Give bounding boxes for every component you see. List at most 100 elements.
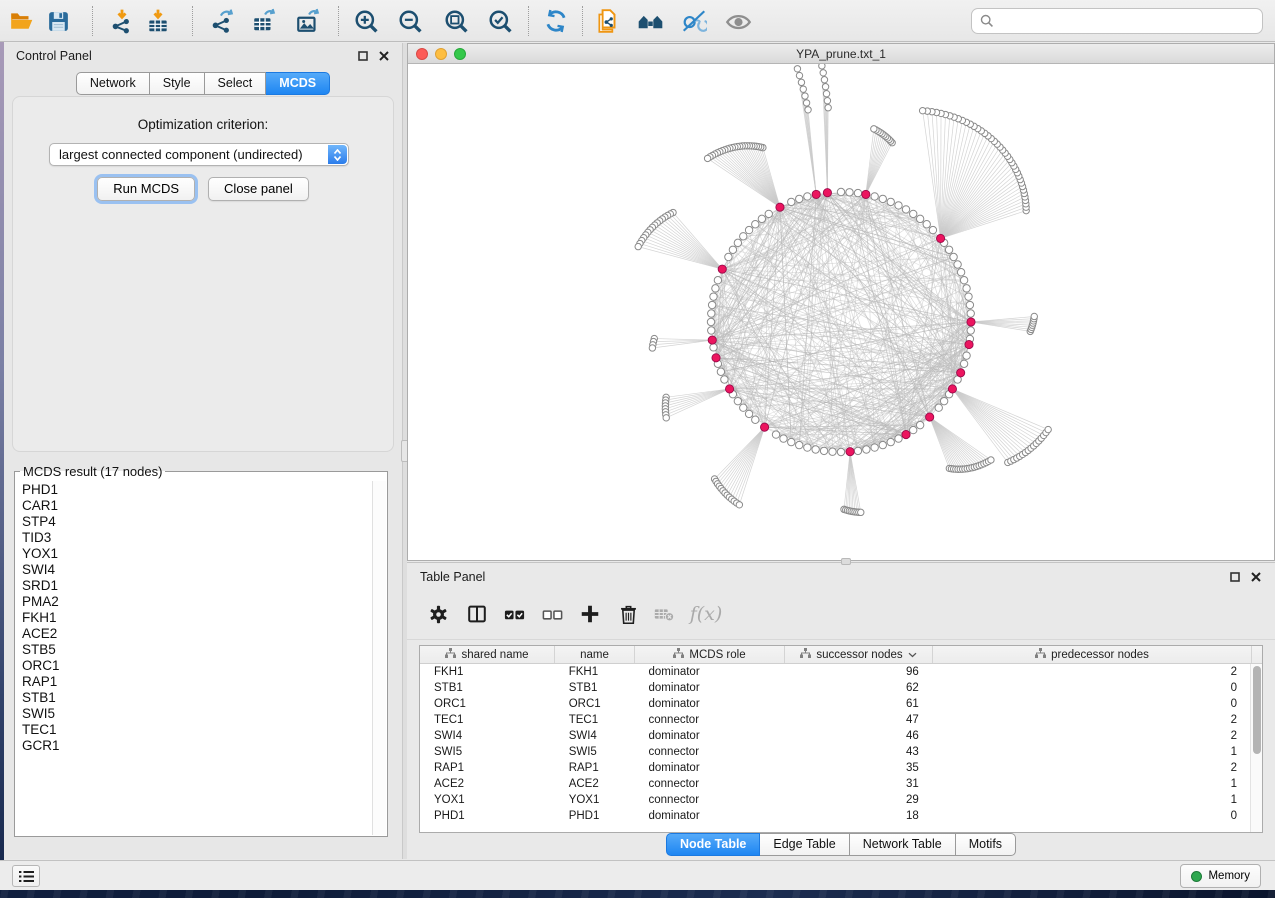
- mcds-result-item[interactable]: CAR1: [22, 498, 366, 514]
- float-panel-icon[interactable]: [357, 50, 369, 62]
- memory-button[interactable]: Memory: [1180, 864, 1261, 888]
- table-row[interactable]: ORC1ORC1dominator610: [420, 696, 1250, 712]
- close-panel-icon[interactable]: [378, 50, 390, 62]
- column-header-MCDS-role[interactable]: MCDS role: [635, 646, 785, 663]
- table-row[interactable]: YOX1YOX1connector291: [420, 792, 1250, 808]
- window-close-button[interactable]: [416, 48, 428, 60]
- export-network-button[interactable]: [206, 5, 238, 37]
- network-canvas[interactable]: [408, 64, 1274, 560]
- mcds-result-list[interactable]: PHD1CAR1STP4TID3YOX1SWI4SRD1PMA2FKH1ACE2…: [16, 481, 372, 835]
- welcome-screen-button[interactable]: [12, 865, 40, 887]
- clone-network-icon: [595, 8, 621, 34]
- mcds-result-item[interactable]: SWI4: [22, 562, 366, 578]
- column-visibility-button[interactable]: [462, 599, 492, 629]
- function-builder-button[interactable]: f(x): [685, 599, 727, 629]
- mcds-result-item[interactable]: PHD1: [22, 482, 366, 498]
- trash-icon: [618, 604, 639, 625]
- column-header-shared-name[interactable]: shared name: [420, 646, 555, 663]
- close-panel-button[interactable]: Close panel: [208, 177, 309, 201]
- zoom-fit-button[interactable]: [440, 5, 472, 37]
- table-cell: ORC1: [420, 698, 555, 710]
- table-row[interactable]: FKH1FKH1dominator962: [420, 664, 1250, 680]
- table-cell: ACE2: [555, 778, 635, 790]
- tab-network[interactable]: Network: [76, 72, 150, 95]
- mcds-result-item[interactable]: SWI5: [22, 706, 366, 722]
- node-table: shared namenameMCDS rolesuccessor nodesp…: [419, 645, 1263, 833]
- clear-table-button[interactable]: [649, 599, 679, 629]
- mcds-result-item[interactable]: STB1: [22, 690, 366, 706]
- table-scrollbar-track[interactable]: [1250, 664, 1262, 832]
- mcds-result-item[interactable]: STB5: [22, 642, 366, 658]
- table-settings-button[interactable]: [423, 599, 453, 629]
- tab-select[interactable]: Select: [205, 72, 267, 95]
- zoom-in-button[interactable]: [350, 5, 382, 37]
- export-image-button[interactable]: [292, 5, 324, 37]
- mcds-result-item[interactable]: TEC1: [22, 722, 366, 738]
- run-mcds-button[interactable]: Run MCDS: [97, 177, 195, 201]
- window-zoom-button[interactable]: [454, 48, 466, 60]
- table-header-row: shared namenameMCDS rolesuccessor nodesp…: [420, 646, 1262, 664]
- mcds-result-legend: MCDS result (17 nodes): [20, 464, 165, 479]
- zoom-selected-button[interactable]: [484, 5, 516, 37]
- table-cell: RAP1: [555, 762, 635, 774]
- export-table-button[interactable]: [248, 5, 280, 37]
- mcds-result-item[interactable]: TID3: [22, 530, 366, 546]
- window-minimize-button[interactable]: [435, 48, 447, 60]
- mcds-result-item[interactable]: SRD1: [22, 578, 366, 594]
- open-file-button[interactable]: [6, 5, 38, 37]
- import-network-button[interactable]: [106, 5, 138, 37]
- table-row[interactable]: TEC1TEC1connector472: [420, 712, 1250, 728]
- eye-icon: [725, 8, 752, 35]
- tab-motifs[interactable]: Motifs: [956, 833, 1016, 856]
- table-cell: 62: [784, 682, 932, 694]
- mcds-result-item[interactable]: STP4: [22, 514, 366, 530]
- close-panel-icon[interactable]: [1250, 571, 1262, 583]
- mcds-result-item[interactable]: ACE2: [22, 626, 366, 642]
- table-cell: 2: [932, 666, 1250, 678]
- table-clear-icon: [653, 603, 675, 625]
- tab-node-table[interactable]: Node Table: [666, 833, 760, 856]
- add-column-button[interactable]: [575, 599, 605, 629]
- table-row[interactable]: STB1STB1dominator620: [420, 680, 1250, 696]
- column-header-predecessor-nodes[interactable]: predecessor nodes: [933, 646, 1252, 663]
- table-row[interactable]: SWI5SWI5connector431: [420, 744, 1250, 760]
- search-input[interactable]: [999, 14, 1254, 28]
- table-cell: dominator: [635, 810, 785, 822]
- mcds-result-item[interactable]: ORC1: [22, 658, 366, 674]
- save-button[interactable]: [42, 5, 74, 37]
- mcds-result-item[interactable]: PMA2: [22, 594, 366, 610]
- table-row[interactable]: RAP1RAP1dominator352: [420, 760, 1250, 776]
- table-row[interactable]: SWI4SWI4dominator462: [420, 728, 1250, 744]
- show-hidden-button[interactable]: [722, 5, 754, 37]
- mcds-tab-panel: Optimization criterion: largest connecte…: [12, 96, 394, 452]
- hide-selected-button[interactable]: [678, 5, 710, 37]
- table-cell: 43: [784, 746, 932, 758]
- column-header-successor-nodes[interactable]: successor nodes: [785, 646, 933, 663]
- search-network-button[interactable]: [634, 5, 666, 37]
- tab-network-table[interactable]: Network Table: [850, 833, 956, 856]
- clone-network-button[interactable]: [592, 5, 624, 37]
- mcds-result-item[interactable]: RAP1: [22, 674, 366, 690]
- table-cell: 31: [784, 778, 932, 790]
- deselect-all-button[interactable]: [537, 599, 567, 629]
- column-header-name[interactable]: name: [555, 646, 635, 663]
- refresh-button[interactable]: [540, 5, 572, 37]
- delete-column-button[interactable]: [613, 599, 643, 629]
- criterion-select[interactable]: largest connected component (undirected): [49, 143, 349, 166]
- tab-mcds[interactable]: MCDS: [266, 72, 330, 95]
- table-cell: PHD1: [420, 810, 555, 822]
- table-row[interactable]: ACE2ACE2connector311: [420, 776, 1250, 792]
- table-row[interactable]: PHD1PHD1dominator180: [420, 808, 1250, 824]
- zoom-out-button[interactable]: [394, 5, 426, 37]
- mcds-result-item[interactable]: FKH1: [22, 610, 366, 626]
- import-table-button[interactable]: [142, 5, 174, 37]
- refresh-icon: [543, 8, 569, 34]
- mcds-result-item[interactable]: GCR1: [22, 738, 366, 754]
- tab-edge-table[interactable]: Edge Table: [760, 833, 849, 856]
- tab-style[interactable]: Style: [150, 72, 205, 95]
- select-all-button[interactable]: [499, 599, 529, 629]
- mcds-result-item[interactable]: YOX1: [22, 546, 366, 562]
- table-scrollbar-thumb[interactable]: [1253, 666, 1261, 754]
- result-scrollbar-track[interactable]: [372, 481, 386, 835]
- float-panel-icon[interactable]: [1229, 571, 1241, 583]
